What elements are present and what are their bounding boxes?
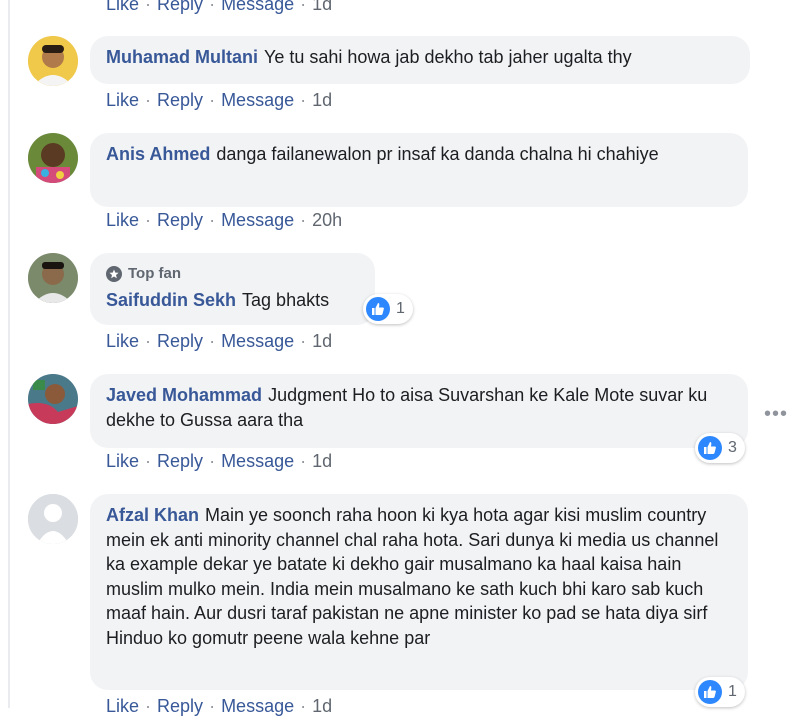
message-link[interactable]: Message xyxy=(221,210,294,230)
default-avatar-icon xyxy=(28,494,78,544)
comment-actions: Like · Reply · Message · 1d xyxy=(106,696,332,717)
separator: · xyxy=(300,331,307,351)
user-photo-icon xyxy=(28,374,78,424)
like-link[interactable]: Like xyxy=(106,210,139,230)
separator: · xyxy=(145,451,152,471)
star-badge-icon xyxy=(106,265,122,282)
commenter-name[interactable]: Anis Ahmed xyxy=(106,144,210,164)
comment-actions: Like · Reply · Message · 1d xyxy=(106,90,332,111)
timestamp[interactable]: 1d xyxy=(312,331,332,351)
separator: · xyxy=(145,331,152,351)
separator: · xyxy=(300,90,307,110)
user-photo-icon xyxy=(28,133,78,183)
thumbs-up-icon xyxy=(698,436,722,460)
like-link[interactable]: Like xyxy=(106,0,139,14)
commenter-name[interactable]: Afzal Khan xyxy=(106,505,199,525)
avatar[interactable] xyxy=(28,36,78,86)
separator: · xyxy=(300,451,307,471)
comment-bubble: Javed Mohammad Judgment Ho to aisa Suvars… xyxy=(90,374,748,448)
comment-text: Tag bhakts xyxy=(242,290,330,310)
top-fan-badge: Top fan xyxy=(106,261,359,286)
comment-text: danga failanewalon pr insaf ka danda cha… xyxy=(216,144,659,164)
commenter-name[interactable]: Saifuddin Sekh xyxy=(106,290,236,310)
message-link[interactable]: Message xyxy=(221,331,294,351)
message-link[interactable]: Message xyxy=(221,90,294,110)
user-photo-icon xyxy=(28,36,78,86)
reply-link[interactable]: Reply xyxy=(157,0,203,14)
avatar[interactable] xyxy=(28,374,78,424)
reply-link[interactable]: Reply xyxy=(157,90,203,110)
separator: · xyxy=(209,90,216,110)
separator: · xyxy=(300,210,307,230)
message-link[interactable]: Message xyxy=(221,0,294,14)
timestamp[interactable]: 1d xyxy=(312,0,332,14)
comment-bubble: Muhamad Multani Ye tu sahi howa jab dekho… xyxy=(90,36,750,84)
timestamp[interactable]: 1d xyxy=(312,451,332,471)
avatar[interactable] xyxy=(28,253,78,303)
avatar[interactable] xyxy=(28,494,78,544)
timestamp[interactable]: 20h xyxy=(312,210,342,230)
separator: · xyxy=(300,696,307,716)
timestamp[interactable]: 1d xyxy=(312,90,332,110)
separator: · xyxy=(145,0,152,14)
separator: · xyxy=(145,90,152,110)
reply-link[interactable]: Reply xyxy=(157,451,203,471)
reply-link[interactable]: Reply xyxy=(157,210,203,230)
separator: · xyxy=(145,210,152,230)
thumbs-up-icon xyxy=(366,297,390,321)
separator: · xyxy=(209,696,216,716)
comment-text: Main ye soonch raha hoon ki kya hota aga… xyxy=(106,505,719,648)
reply-link[interactable]: Reply xyxy=(157,696,203,716)
user-photo-icon xyxy=(28,253,78,303)
separator: · xyxy=(145,696,152,716)
avatar[interactable] xyxy=(28,133,78,183)
comment-text: Ye tu sahi howa jab dekho tab jaher ugal… xyxy=(264,47,632,67)
like-link[interactable]: Like xyxy=(106,451,139,471)
reaction-number: 1 xyxy=(396,300,405,317)
top-fan-label: Top fan xyxy=(128,265,182,282)
thumbs-up-icon xyxy=(698,680,722,704)
separator: · xyxy=(300,0,307,14)
comment-actions: Like · Reply · Message · 20h xyxy=(106,210,342,231)
message-link[interactable]: Message xyxy=(221,696,294,716)
comment-bubble: Anis Ahmed danga failanewalon pr insaf ka… xyxy=(90,133,748,207)
reaction-number: 1 xyxy=(728,683,737,700)
like-link[interactable]: Like xyxy=(106,90,139,110)
like-link[interactable]: Like xyxy=(106,331,139,351)
commenter-name[interactable]: Javed Mohammad xyxy=(106,385,262,405)
reaction-count[interactable]: 3 xyxy=(695,433,745,463)
comment-actions: Like · Reply · Message · 1d xyxy=(106,331,332,352)
separator: · xyxy=(209,210,216,230)
separator: · xyxy=(209,0,216,14)
commenter-name[interactable]: Muhamad Multani xyxy=(106,47,258,67)
reaction-count[interactable]: 1 xyxy=(695,677,745,707)
separator: · xyxy=(209,451,216,471)
comment-bubble: Top fan Saifuddin Sekh Tag bhakts xyxy=(90,253,375,325)
comment-actions: Like · Reply · Message · 1d xyxy=(106,451,332,472)
like-link[interactable]: Like xyxy=(106,696,139,716)
reaction-number: 3 xyxy=(728,439,737,456)
more-options-icon[interactable]: ••• xyxy=(764,403,788,426)
comment-actions-prev: Like · Reply · Message · 1d xyxy=(106,0,332,15)
message-link[interactable]: Message xyxy=(221,451,294,471)
timestamp[interactable]: 1d xyxy=(312,696,332,716)
reply-link[interactable]: Reply xyxy=(157,331,203,351)
reaction-count[interactable]: 1 xyxy=(363,294,413,324)
comment-bubble: Afzal Khan Main ye soonch raha hoon ki ky… xyxy=(90,494,748,690)
thread-guide-line xyxy=(8,0,10,708)
separator: · xyxy=(209,331,216,351)
